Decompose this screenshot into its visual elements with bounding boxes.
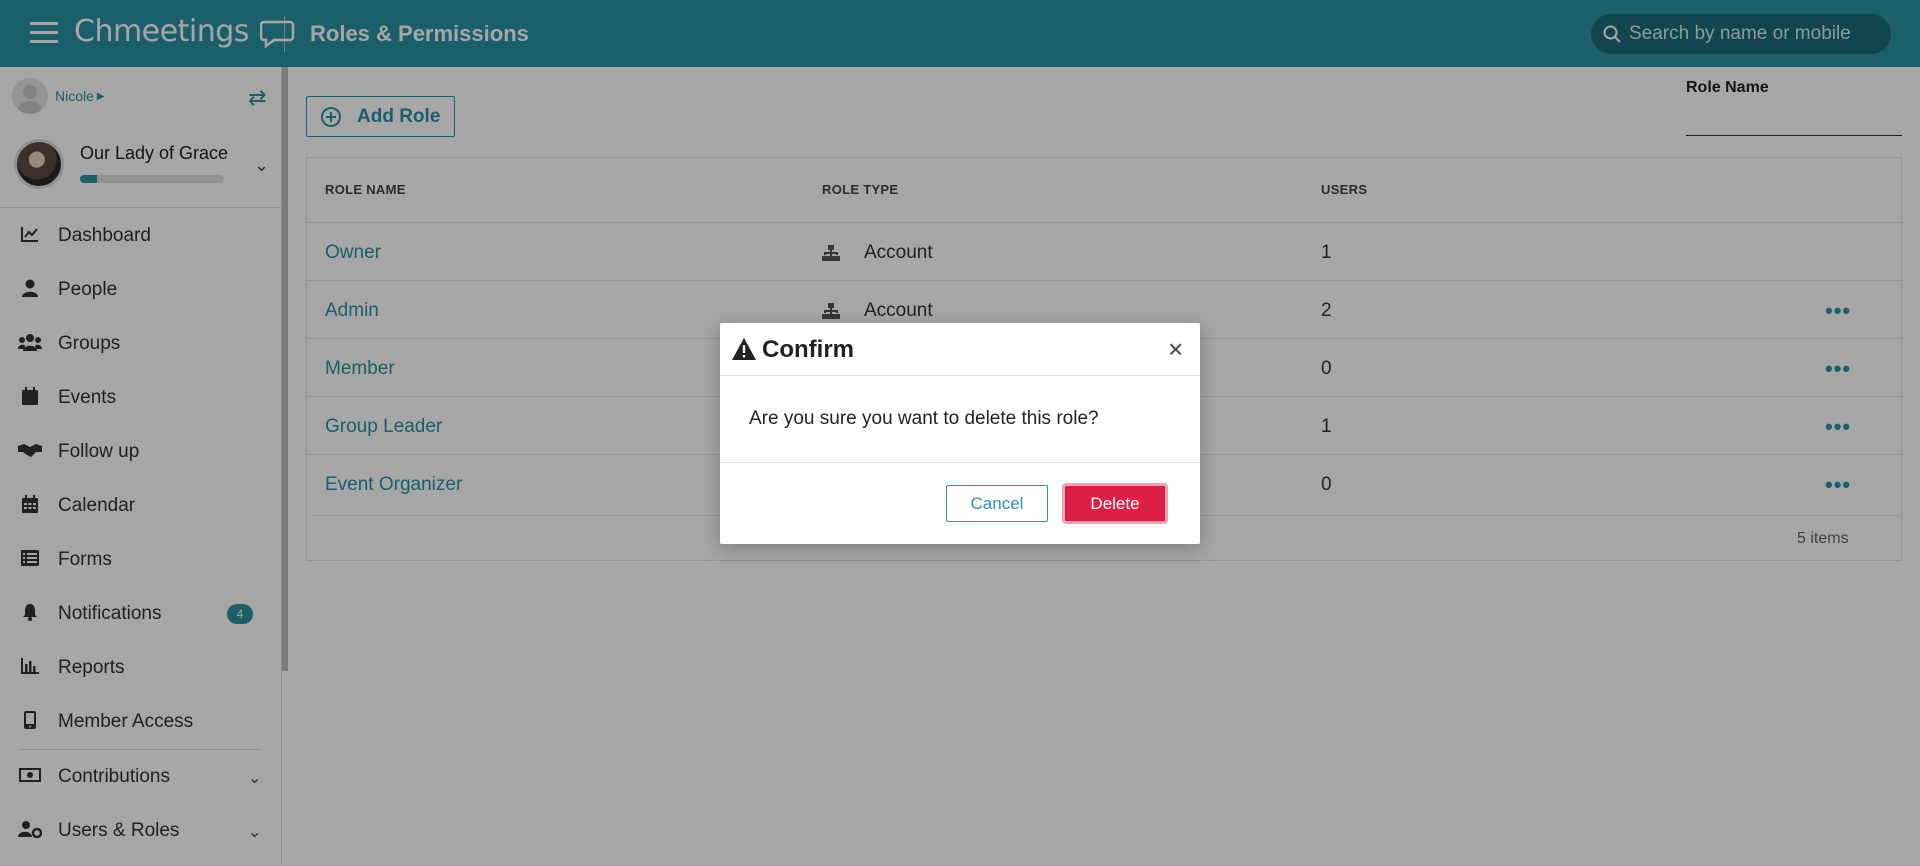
close-icon[interactable]: ×: [1168, 334, 1183, 365]
warning-icon: [732, 338, 756, 360]
dialog-title: Confirm: [762, 336, 854, 363]
delete-button[interactable]: Delete: [1062, 483, 1168, 524]
confirm-dialog: Confirm × Are you sure you want to delet…: [720, 323, 1200, 544]
dialog-message: Are you sure you want to delete this rol…: [749, 408, 1099, 429]
dialog-footer-divider: [720, 462, 1200, 463]
dialog-header: Confirm ×: [720, 323, 1200, 376]
cancel-button[interactable]: Cancel: [946, 485, 1048, 522]
